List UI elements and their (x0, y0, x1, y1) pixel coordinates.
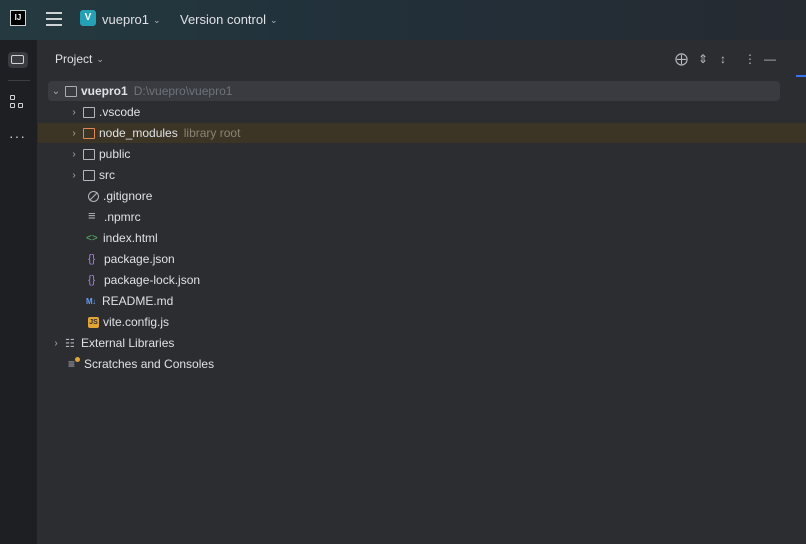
library-root-note: library root (183, 126, 241, 140)
tree-row-readme[interactable]: M↓ README.md (48, 291, 780, 311)
chevron-right-icon[interactable]: › (68, 128, 80, 139)
item-label: src (99, 168, 115, 182)
project-folder-icon (65, 85, 77, 97)
hide-icon[interactable]: — (764, 52, 776, 66)
tree-row-public[interactable]: › public (48, 144, 780, 164)
chevron-right-icon[interactable]: › (68, 107, 80, 118)
panel-header: Project ⌄ ⨁ ⇕ ↕ ⋮ — (38, 40, 806, 78)
structure-tool-icon[interactable] (10, 95, 26, 111)
version-control-label: Version control (180, 12, 266, 27)
version-control-menu[interactable]: Version control ⌄ (180, 12, 278, 27)
tree-row-index-html[interactable]: <> index.html (48, 228, 780, 248)
ignore-file-icon (88, 190, 99, 202)
tree-row-npmrc[interactable]: .npmrc (48, 207, 780, 227)
library-folder-icon (83, 127, 95, 139)
root-name: vuepro1 (81, 84, 128, 98)
item-label: External Libraries (81, 336, 175, 350)
chevron-down-icon: ⌄ (96, 54, 104, 64)
intellij-logo-icon[interactable]: IJ (10, 10, 26, 26)
chevron-right-icon[interactable]: › (50, 338, 62, 349)
javascript-file-icon: JS (88, 316, 99, 328)
tree-row-package-json[interactable]: {} package.json (48, 249, 780, 269)
tree-row-scratches[interactable]: ≡ Scratches and Consoles (48, 354, 780, 374)
project-badge-icon[interactable]: V (80, 10, 96, 26)
chevron-down-icon: ⌄ (270, 15, 278, 25)
folder-icon (83, 148, 95, 160)
tree-row-vscode[interactable]: › .vscode (48, 102, 780, 122)
item-label: index.html (103, 231, 158, 245)
markdown-file-icon: M↓ (86, 296, 96, 306)
project-switcher[interactable]: vuepro1 ⌄ (102, 12, 161, 27)
panel-title: Project (55, 52, 93, 66)
main-menu-icon[interactable] (46, 12, 62, 26)
item-label: .npmrc (104, 210, 141, 224)
item-label: Scratches and Consoles (84, 357, 215, 371)
chevron-down-icon[interactable]: ⌄ (50, 86, 62, 97)
tree-row-src[interactable]: › src (48, 165, 780, 185)
title-bar: IJ V vuepro1 ⌄ Version control ⌄ (0, 0, 806, 40)
project-name: vuepro1 (102, 12, 149, 27)
item-label: package.json (104, 252, 175, 266)
project-panel: Project ⌄ ⨁ ⇕ ↕ ⋮ — ⌄ vuepro1 D:\vuepro\v… (38, 40, 806, 544)
chevron-right-icon[interactable]: › (68, 149, 80, 160)
item-label: node_modules (99, 126, 178, 140)
folder-icon (83, 169, 95, 181)
scratches-icon: ≡ (68, 357, 80, 371)
chevron-right-icon[interactable]: › (68, 170, 80, 181)
expand-collapse-icon[interactable]: ⇕ (698, 52, 708, 66)
tree-row-package-lock-json[interactable]: {} package-lock.json (48, 270, 780, 290)
root-path: D:\vuepro\vuepro1 (133, 84, 233, 98)
item-label: package-lock.json (104, 273, 201, 287)
item-label: vite.config.js (103, 315, 170, 329)
tree-row-node-modules[interactable]: › node_modules library root (38, 123, 806, 143)
item-label: .gitignore (103, 189, 153, 203)
tree-row-root[interactable]: ⌄ vuepro1 D:\vuepro\vuepro1 (48, 81, 780, 101)
locate-icon[interactable]: ⨁ (675, 52, 688, 66)
options-icon[interactable]: ⋮ (744, 52, 756, 66)
tree-row-gitignore[interactable]: .gitignore (48, 186, 780, 206)
project-tool-icon[interactable] (8, 52, 28, 68)
text-file-icon (88, 209, 100, 223)
json-file-icon: {} (88, 274, 96, 286)
chevron-down-icon: ⌄ (152, 15, 161, 25)
tree-row-external-libraries[interactable]: › ☷ External Libraries (48, 333, 780, 353)
more-tools-icon[interactable]: ··· (9, 129, 26, 143)
collapse-all-icon[interactable]: ↕ (720, 52, 726, 66)
toolbar-divider (8, 80, 30, 81)
focus-indicator (796, 75, 806, 77)
library-icon: ☷ (65, 337, 75, 350)
panel-title-dropdown[interactable]: Project ⌄ (55, 52, 104, 66)
json-file-icon: {} (88, 253, 96, 265)
item-label: public (99, 147, 131, 161)
item-label: README.md (102, 294, 174, 308)
html-file-icon: <> (86, 232, 98, 244)
item-label: .vscode (99, 105, 141, 119)
tool-window-bar (0, 40, 38, 544)
tree-row-vite-config[interactable]: JS vite.config.js (48, 312, 780, 332)
folder-icon (83, 106, 95, 118)
